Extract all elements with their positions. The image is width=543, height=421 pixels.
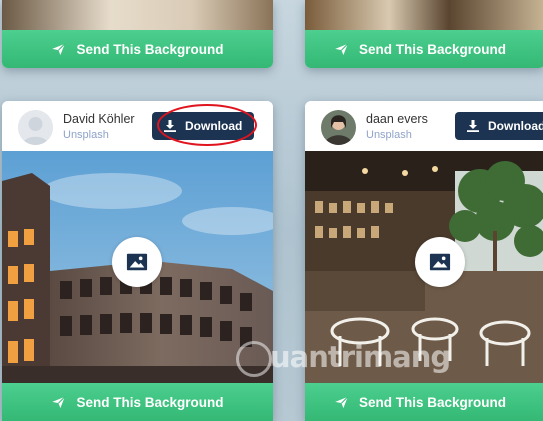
background-photo-colosseum[interactable] <box>2 151 273 383</box>
watermark-text: uantrimang <box>270 340 451 374</box>
preview-image-button[interactable] <box>415 237 465 287</box>
avatar[interactable] <box>18 110 53 145</box>
watermark-logo-icon <box>236 341 272 377</box>
card-header: David Köhler Unsplash Download <box>2 101 273 151</box>
author-source-link[interactable]: Unsplash <box>366 129 412 141</box>
download-button[interactable]: Download <box>455 112 543 140</box>
author-source-link[interactable]: Unsplash <box>63 129 109 141</box>
download-label: Download <box>488 119 543 133</box>
send-background-button[interactable]: Send This Background <box>2 383 273 421</box>
preview-image-button[interactable] <box>112 237 162 287</box>
background-card-david-kohler: David Köhler Unsplash Download Send This… <box>2 101 273 421</box>
download-icon <box>164 120 176 132</box>
user-photo-icon <box>321 110 356 145</box>
send-background-button[interactable]: Send This Background <box>2 30 273 68</box>
author-name[interactable]: David Köhler <box>63 112 135 126</box>
send-background-button[interactable]: Send This Background <box>305 383 543 421</box>
background-photo <box>2 0 273 30</box>
background-card-top-left: Send This Background <box>2 0 273 68</box>
paper-plane-icon <box>335 43 349 55</box>
background-photo <box>305 0 543 30</box>
card-header: daan evers Unsplash Download <box>305 101 543 151</box>
paper-plane-icon <box>52 396 66 408</box>
send-background-button[interactable]: Send This Background <box>305 30 543 68</box>
download-button[interactable]: Download <box>152 112 255 140</box>
send-label: Send This Background <box>358 41 507 57</box>
send-label: Send This Background <box>76 394 224 410</box>
download-label: Download <box>185 119 243 133</box>
send-label: Send This Background <box>358 394 507 410</box>
paper-plane-icon <box>335 396 349 408</box>
author-name[interactable]: daan evers <box>366 112 428 126</box>
avatar[interactable] <box>321 110 356 145</box>
background-card-top-right: Send This Background <box>305 0 543 68</box>
image-icon <box>429 253 451 271</box>
image-icon <box>126 253 148 271</box>
paper-plane-icon <box>52 43 66 55</box>
user-placeholder-icon <box>18 110 53 145</box>
download-icon <box>467 120 479 132</box>
send-label: Send This Background <box>76 41 224 57</box>
